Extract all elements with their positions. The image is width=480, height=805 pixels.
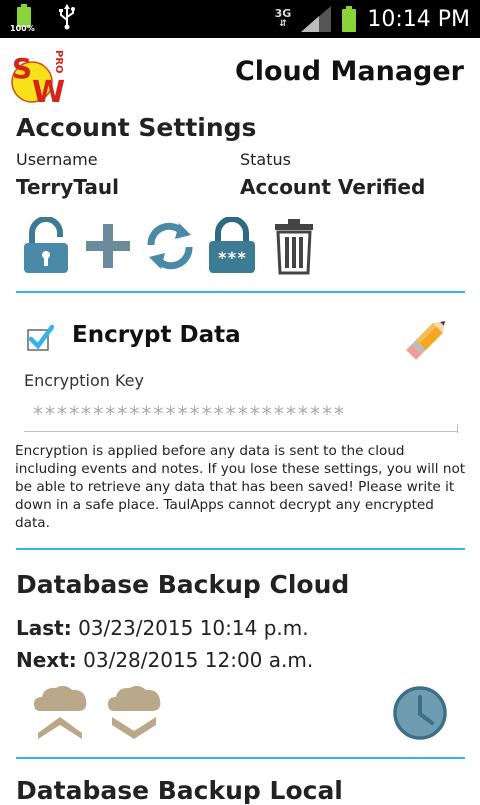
- account-settings-title: Account Settings: [16, 113, 257, 142]
- username-value: TerryTaul: [16, 175, 119, 199]
- status-label: Status: [240, 150, 291, 169]
- divider: [16, 757, 465, 759]
- network-type-label: 3G: [274, 7, 292, 20]
- svg-text:S: S: [12, 52, 32, 85]
- input-corner: [457, 424, 458, 433]
- unlock-icon: [24, 217, 68, 273]
- battery-percent: 100%: [10, 24, 35, 33]
- username-label: Username: [16, 150, 98, 169]
- status-bar-right: 3G ⇵ 10:14 PM: [275, 0, 470, 38]
- status-bar-left: 100%: [10, 4, 76, 34]
- svg-text:W: W: [32, 75, 65, 104]
- page-title: Cloud Manager: [234, 56, 464, 87]
- svg-text:***: ***: [218, 248, 247, 267]
- add-button[interactable]: [80, 216, 136, 276]
- divider: [16, 548, 465, 550]
- encryption-key-label: Encryption Key: [24, 371, 144, 390]
- unlock-button[interactable]: [18, 216, 74, 276]
- network-type: 3G ⇵: [275, 8, 292, 30]
- battery-icon: [342, 6, 357, 32]
- cloud-upload-button[interactable]: [32, 683, 88, 743]
- backup-cloud-title: Database Backup Cloud: [16, 570, 350, 599]
- status-value: Account Verified: [240, 175, 426, 199]
- last-backup-line: Last: 03/23/2015 10:14 p.m.: [16, 616, 309, 640]
- last-backup-label: Last:: [16, 616, 72, 640]
- backup-local-title: Database Backup Local: [16, 776, 343, 805]
- sync-icon: [147, 222, 193, 270]
- encrypt-data-label[interactable]: Encrypt Data: [72, 322, 241, 348]
- clock-time: 10:14 PM: [367, 6, 470, 32]
- account-actions: ***: [18, 216, 328, 276]
- add-icon: [86, 224, 130, 268]
- usb-icon: [59, 4, 75, 30]
- battery-indicator: 100%: [10, 4, 40, 38]
- status-bar: 100% 3G ⇵ 10:14 PM: [0, 0, 480, 38]
- next-backup-line: Next: 03/28/2015 12:00 a.m.: [16, 648, 313, 672]
- data-arrows-icon: ⇵: [279, 19, 287, 29]
- edit-pencil-icon[interactable]: [402, 312, 454, 364]
- cloud-download-button[interactable]: [106, 683, 162, 743]
- next-backup-value: 03/28/2015 12:00 a.m.: [83, 648, 314, 672]
- delete-button[interactable]: [266, 216, 322, 276]
- app-logo[interactable]: S W PRO: [8, 44, 68, 104]
- trash-icon: [275, 219, 313, 275]
- next-backup-label: Next:: [16, 648, 77, 672]
- encryption-key-input[interactable]: [24, 396, 458, 432]
- signal-icon: [301, 6, 332, 32]
- password-lock-icon: ***: [209, 217, 255, 273]
- password-button[interactable]: ***: [204, 216, 260, 276]
- divider: [16, 291, 465, 293]
- encryption-info-text: Encryption is applied before any data is…: [15, 443, 466, 531]
- schedule-clock-icon[interactable]: [392, 685, 448, 741]
- sync-button[interactable]: [142, 216, 198, 276]
- encrypt-checkbox[interactable]: [26, 324, 54, 352]
- last-backup-value: 03/23/2015 10:14 p.m.: [78, 616, 309, 640]
- svg-text:PRO: PRO: [53, 50, 64, 74]
